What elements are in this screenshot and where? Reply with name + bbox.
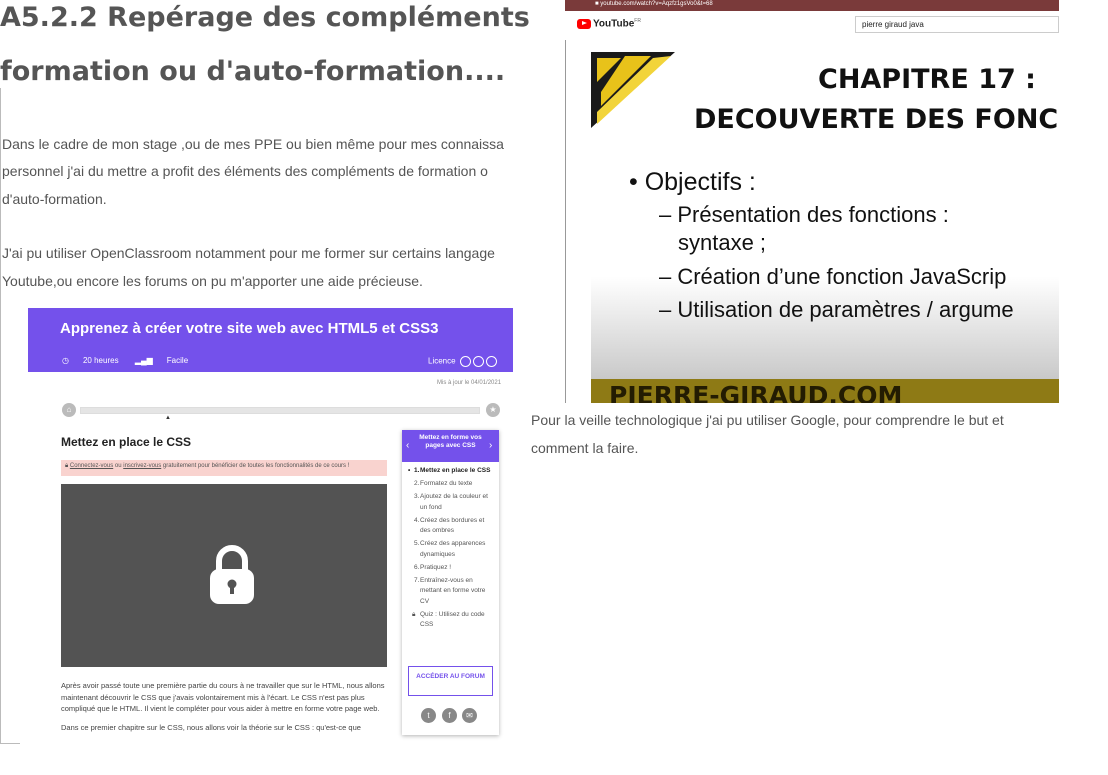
licence-label: Licence: [428, 356, 456, 366]
current-chapter-bullet-icon: •: [408, 467, 411, 474]
slide-subbullet: syntaxe ;: [678, 230, 767, 255]
chapter-label: Pratiquez !: [420, 563, 452, 571]
slide-title-line1: CHAPITRE 17 :: [818, 64, 1036, 95]
chapter-list-item[interactable]: 🔒︎ Quiz : Utilisez du code CSS: [408, 610, 496, 631]
chapter-label: Quiz : Utilisez du code CSS: [420, 610, 485, 629]
email-icon[interactable]: ✉: [462, 708, 477, 723]
chapter-number: 1.: [414, 467, 420, 474]
youtube-header: YouTubeFR pierre giraud java: [565, 11, 1059, 40]
chapter-list-item[interactable]: 2. Formatez du texte: [408, 479, 496, 490]
chapter-number: 7.: [414, 576, 420, 584]
course-meta: ◷ 20 heures ▂▄▆ Facile: [62, 356, 202, 365]
youtube-left-border: [565, 0, 566, 403]
slide-subbullet: – Création d’une fonction JavaScrip: [659, 264, 1007, 289]
locked-video[interactable]: [61, 484, 387, 667]
veille-line: Pour la veille technologique j'ai pu uti…: [531, 412, 1004, 428]
chapter-number: 4.: [414, 516, 420, 524]
clock-icon: ◷: [62, 356, 69, 365]
youtube-search-input[interactable]: pierre giraud java: [855, 16, 1059, 33]
chapter-paragraph: Dans ce premier chapitre sur le CSS, nou…: [61, 722, 361, 732]
nc-icon[interactable]: [485, 356, 497, 367]
sidebar-title: Mettez en forme vos pages avec CSS: [419, 434, 482, 449]
intro-paragraph-line: personnel j'ai du mettre a profit des él…: [2, 163, 488, 179]
browser-url-bar[interactable]: ■ youtube.com/watch?v=Aqzfz1gsVo0&t=68: [565, 0, 1059, 11]
chapter-body: Après avoir passé toute une première par…: [61, 680, 391, 733]
video-slide[interactable]: CHAPITRE 17 : DECOUVERTE DES FONC • Obje…: [591, 52, 1059, 403]
page-title-line2: formation ou d'auto-formation....: [0, 56, 506, 87]
slide-subbullet: – Présentation des fonctions :: [659, 202, 949, 227]
chapter-list-item[interactable]: 7. Entraînez-vous en mettant en forme vo…: [408, 576, 496, 608]
slide-bullet: • Objectifs :: [629, 168, 756, 196]
youtube-logo[interactable]: YouTubeFR: [577, 18, 641, 29]
course-title: Apprenez à créer votre site web avec HTM…: [60, 320, 439, 337]
chapter-list-item[interactable]: 4. Créez des bordures et des ombres: [408, 516, 496, 537]
veille-line: comment la faire.: [531, 439, 639, 456]
chapter-label: Formatez du texte: [420, 480, 473, 487]
slide-corner-decoration: [591, 52, 675, 128]
youtube-play-icon: [577, 18, 591, 29]
facebook-icon[interactable]: f: [442, 708, 457, 723]
current-step-marker-icon: ▲: [165, 415, 171, 421]
course-licence: Licence: [428, 356, 497, 367]
chapter-list-item[interactable]: 6. Pratiquez !: [408, 563, 496, 574]
chapter-number: 3.: [414, 493, 420, 500]
sidebar-header: Mettez en forme vos pages avec CSS: [402, 430, 499, 462]
twitter-icon[interactable]: t: [421, 708, 436, 723]
chapter-paragraph: Après avoir passé toute une première par…: [61, 681, 385, 713]
signup-link[interactable]: inscrivez-vous: [123, 463, 161, 469]
chapter-list: 1. Mettez en place le CSS • 2. Formatez du…: [408, 466, 496, 633]
left-border-bottom: [0, 743, 20, 744]
cc-icon[interactable]: [459, 356, 471, 367]
lock-icon: [210, 545, 254, 604]
chapter-title: Mettez en place le CSS: [61, 435, 192, 449]
chevron-right-icon[interactable]: ›: [489, 440, 492, 451]
intro-paragraph-line: d'auto-formation.: [2, 191, 107, 207]
chevron-left-icon[interactable]: ‹: [406, 440, 409, 451]
update-date: Mis à jour le 04/01/2021: [437, 380, 502, 386]
intro-paragraph-line: Youtube,ou encore les forums on pu m'app…: [2, 273, 423, 289]
intro-paragraph-line: J'ai pu utiliser OpenClassroom notamment…: [2, 245, 495, 261]
page-title-line1: A5.2.2 Repérage des compléments de: [0, 2, 540, 33]
quiz-lock-icon: 🔒︎: [412, 610, 416, 618]
youtube-logo-text: YouTube: [593, 18, 635, 30]
chapter-number: 6.: [414, 563, 420, 571]
chapter-number: 5.: [414, 540, 420, 547]
trophy-icon[interactable]: ★: [486, 403, 500, 417]
progress-track: [80, 407, 480, 414]
chapter-list-item[interactable]: 3. Ajoutez de la couleur et un fond: [408, 492, 496, 513]
course-sidebar: Mettez en forme vos pages avec CSS ‹ › 1…: [402, 430, 499, 735]
chapter-label: Entraînez-vous en mettant en forme votre…: [420, 576, 486, 605]
chapter-label: Créez des apparences dynamiques: [420, 540, 486, 558]
login-alert: 🔒︎ Connectez-vous ou inscrivez-vous grat…: [61, 460, 387, 476]
chapter-label: Créez des bordures et des ombres: [420, 516, 485, 535]
by-icon[interactable]: [472, 356, 484, 367]
level-icon: ▂▄▆: [134, 356, 153, 365]
alert-or: ou: [113, 463, 124, 469]
veille-paragraph: Pour la veille technologique j'ai pu uti…: [531, 407, 1071, 462]
slide-footer: PIERRE-GIRAUD.COM: [591, 379, 1059, 403]
intro-paragraph-line: Dans le cadre de mon stage ,ou de mes PP…: [2, 136, 504, 152]
slide-title-line2: DECOUVERTE DES FONC: [694, 104, 1059, 135]
alert-text: gratuitement pour bénéficier de toutes l…: [161, 463, 350, 469]
chapter-number: 2.: [414, 480, 420, 487]
chapter-list-item[interactable]: 5. Créez des apparences dynamiques: [408, 539, 496, 560]
chapter-label: Ajoutez de la couleur et un fond: [420, 493, 488, 511]
slide-subbullet: – Utilisation de paramètres / argume: [659, 297, 1014, 322]
left-border: [0, 88, 1, 744]
course-level: Facile: [166, 356, 189, 365]
youtube-screenshot: ■ youtube.com/watch?v=Aqzfz1gsVo0&t=68 Y…: [565, 0, 1059, 403]
youtube-country: FR: [634, 18, 641, 24]
course-duration: 20 heures: [82, 356, 119, 365]
forum-button[interactable]: ACCÉDER AU FORUM: [408, 666, 493, 696]
browser-url: youtube.com/watch?v=Aqzfz1gsVo0&t=68: [600, 1, 713, 7]
chapter-label: Mettez en place le CSS: [420, 467, 491, 474]
chapter-list-item[interactable]: 1. Mettez en place le CSS •: [408, 466, 496, 477]
course-header: Apprenez à créer votre site web avec HTM…: [28, 308, 513, 372]
course-progress: ⌂ ▲ ★: [62, 403, 500, 421]
login-link[interactable]: Connectez-vous: [70, 463, 113, 469]
home-icon[interactable]: ⌂: [62, 403, 76, 417]
openclassrooms-screenshot: Apprenez à créer votre site web avec HTM…: [28, 308, 513, 744]
